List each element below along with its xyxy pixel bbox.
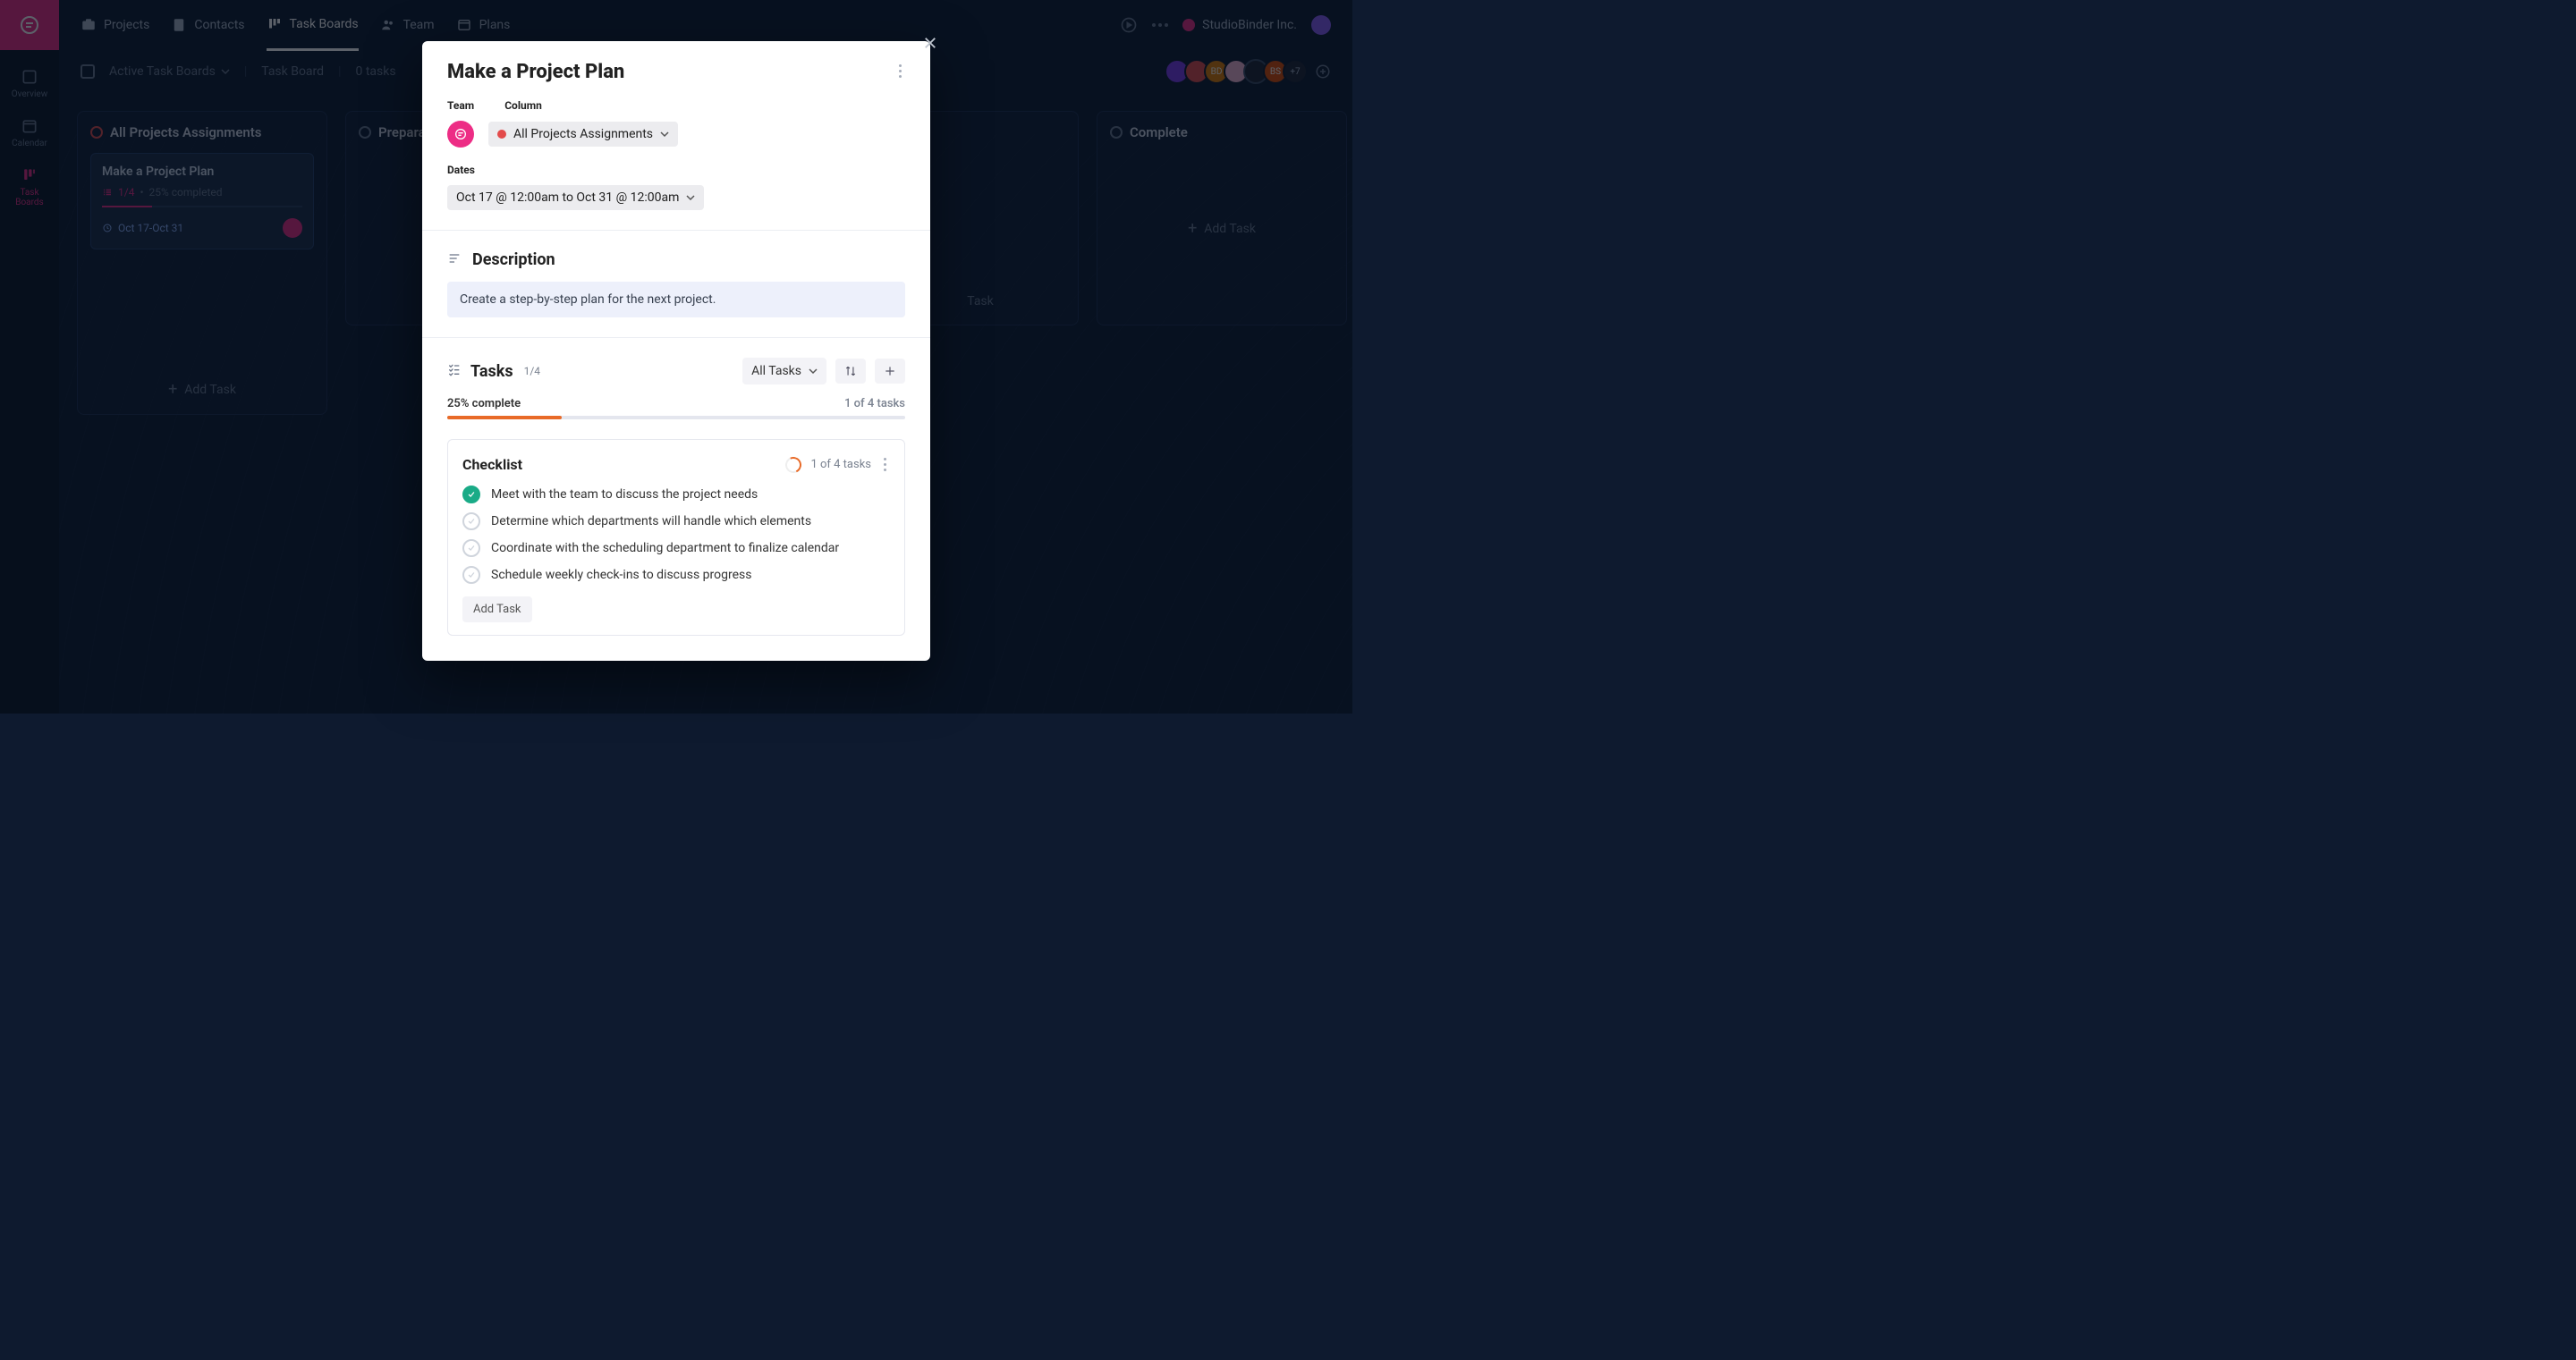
column-value: All Projects Assignments xyxy=(513,127,653,141)
description-text[interactable]: Create a step-by-step plan for the next … xyxy=(447,282,905,317)
tasks-add-button[interactable] xyxy=(875,359,905,384)
tasks-heading: Tasks xyxy=(470,362,513,381)
checklist-checkbox[interactable] xyxy=(462,512,480,530)
checklist-checkbox[interactable] xyxy=(462,539,480,557)
progress-count: 1 of 4 tasks xyxy=(844,397,905,410)
progress-bar xyxy=(447,416,905,419)
checklist-add-task-button[interactable]: Add Task xyxy=(462,596,532,622)
checklist-item: Meet with the team to discuss the projec… xyxy=(462,486,890,503)
close-icon xyxy=(922,35,938,51)
checklist-checkbox[interactable] xyxy=(462,486,480,503)
description-icon xyxy=(447,251,462,269)
tasks-icon xyxy=(447,362,462,380)
column-picker[interactable]: All Projects Assignments xyxy=(488,122,678,147)
chevron-down-icon xyxy=(809,367,818,376)
checklist-item-text[interactable]: Determine which departments will handle … xyxy=(491,512,811,530)
sort-icon xyxy=(844,365,857,377)
tasks-filter-label: All Tasks xyxy=(751,364,801,378)
tasks-sort-button[interactable] xyxy=(835,359,866,384)
dates-label: Dates xyxy=(447,164,905,176)
close-button[interactable] xyxy=(918,30,943,55)
progress-pct: 25% complete xyxy=(447,397,521,410)
tasks-fraction: 1/4 xyxy=(524,365,540,377)
checklist-item-text[interactable]: Coordinate with the scheduling departmen… xyxy=(491,539,839,557)
chat-icon xyxy=(453,127,468,141)
checklist: Meet with the team to discuss the projec… xyxy=(462,486,890,584)
column-label: Column xyxy=(504,99,542,112)
checklist-card: Checklist 1 of 4 tasks Meet with the tea… xyxy=(447,439,905,636)
team-avatar[interactable] xyxy=(447,121,474,148)
tasks-filter-button[interactable]: All Tasks xyxy=(742,358,826,384)
checklist-checkbox[interactable] xyxy=(462,566,480,584)
dates-value: Oct 17 @ 12:00am to Oct 31 @ 12:00am xyxy=(456,190,679,205)
team-label: Team xyxy=(447,99,474,112)
plus-icon xyxy=(884,365,896,377)
checklist-item: Schedule weekly check-ins to discuss pro… xyxy=(462,566,890,584)
checklist-heading: Checklist xyxy=(462,456,522,473)
checklist-item-text[interactable]: Meet with the team to discuss the projec… xyxy=(491,486,758,503)
checklist-item: Coordinate with the scheduling departmen… xyxy=(462,539,890,557)
column-color-dot xyxy=(497,130,506,139)
checklist-more-menu[interactable] xyxy=(880,454,890,475)
checklist-item-text[interactable]: Schedule weekly check-ins to discuss pro… xyxy=(491,566,751,584)
dates-picker[interactable]: Oct 17 @ 12:00am to Oct 31 @ 12:00am xyxy=(447,185,704,210)
chevron-down-icon xyxy=(686,193,695,202)
modal-more-menu[interactable] xyxy=(895,61,905,81)
modal-title: Make a Project Plan xyxy=(447,61,624,83)
task-detail-modal: Make a Project Plan Team Column All Proj… xyxy=(422,41,930,661)
checklist-count: 1 of 4 tasks xyxy=(810,458,871,471)
checklist-item: Determine which departments will handle … xyxy=(462,512,890,530)
chevron-down-icon xyxy=(660,130,669,139)
checklist-add-task-label: Add Task xyxy=(473,603,521,616)
checklist-progress-ring xyxy=(784,454,804,475)
description-heading: Description xyxy=(472,250,555,269)
